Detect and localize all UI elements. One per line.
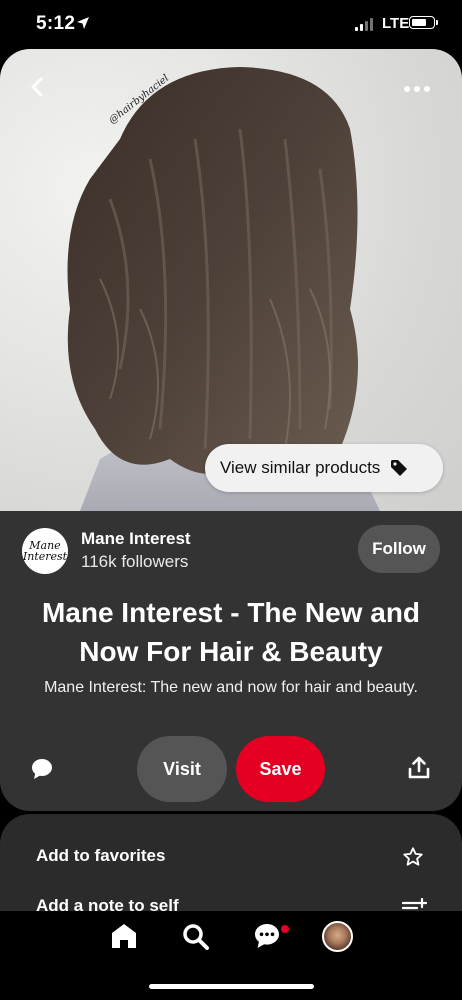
- more-dot: [404, 86, 410, 92]
- notification-dot: [281, 925, 289, 933]
- bottom-nav: [0, 911, 462, 1000]
- creator-followers: 116k followers: [81, 552, 189, 571]
- network-type: LTE: [382, 15, 410, 32]
- visit-button[interactable]: Visit: [137, 736, 227, 802]
- pin-title: Mane Interest - The New and Now For Hair…: [41, 597, 421, 667]
- more-dot: [414, 86, 420, 92]
- similar-products-label: View similar products: [220, 458, 381, 477]
- action-row: Visit Save: [0, 735, 462, 803]
- creator-avatar[interactable]: Mane Interest: [22, 528, 68, 574]
- pin-card: @hairbyhaciel View similar products Mane…: [0, 49, 462, 811]
- pin-image[interactable]: @hairbyhaciel View similar products: [0, 49, 462, 511]
- search-icon[interactable]: [181, 922, 209, 950]
- chat-icon[interactable]: [253, 922, 281, 950]
- add-to-favorites-option[interactable]: Add to favorites: [36, 846, 165, 866]
- pin-description: Mane Interest: The new and now for hair …: [44, 679, 418, 696]
- tag-icon: [391, 460, 408, 476]
- hair-photo: @hairbyhaciel: [67, 67, 380, 511]
- creator-row: Mane Interest Mane Interest 116k followe…: [0, 524, 462, 576]
- follow-button[interactable]: Follow: [358, 525, 440, 573]
- home-indicator[interactable]: [149, 984, 314, 989]
- back-button[interactable]: [22, 71, 54, 103]
- battery-icon: [409, 16, 435, 29]
- avatar-text-line: Interest: [22, 550, 68, 563]
- creator-name[interactable]: Mane Interest: [81, 529, 191, 549]
- comment-icon[interactable]: [30, 757, 54, 781]
- share-icon[interactable]: [407, 756, 431, 780]
- save-button[interactable]: Save: [236, 736, 325, 802]
- view-similar-products-button[interactable]: View similar products: [205, 444, 443, 492]
- more-options-button[interactable]: [398, 79, 436, 99]
- battery-cap: [436, 20, 438, 25]
- signal-strength-icon: [355, 17, 373, 31]
- status-time: 5:12: [36, 13, 76, 34]
- location-arrow-icon: [77, 17, 89, 29]
- more-dot: [424, 86, 430, 92]
- profile-avatar[interactable]: [322, 921, 353, 952]
- status-bar: 5:12 LTE: [0, 0, 462, 48]
- star-icon[interactable]: [402, 846, 424, 868]
- home-icon[interactable]: [110, 922, 138, 950]
